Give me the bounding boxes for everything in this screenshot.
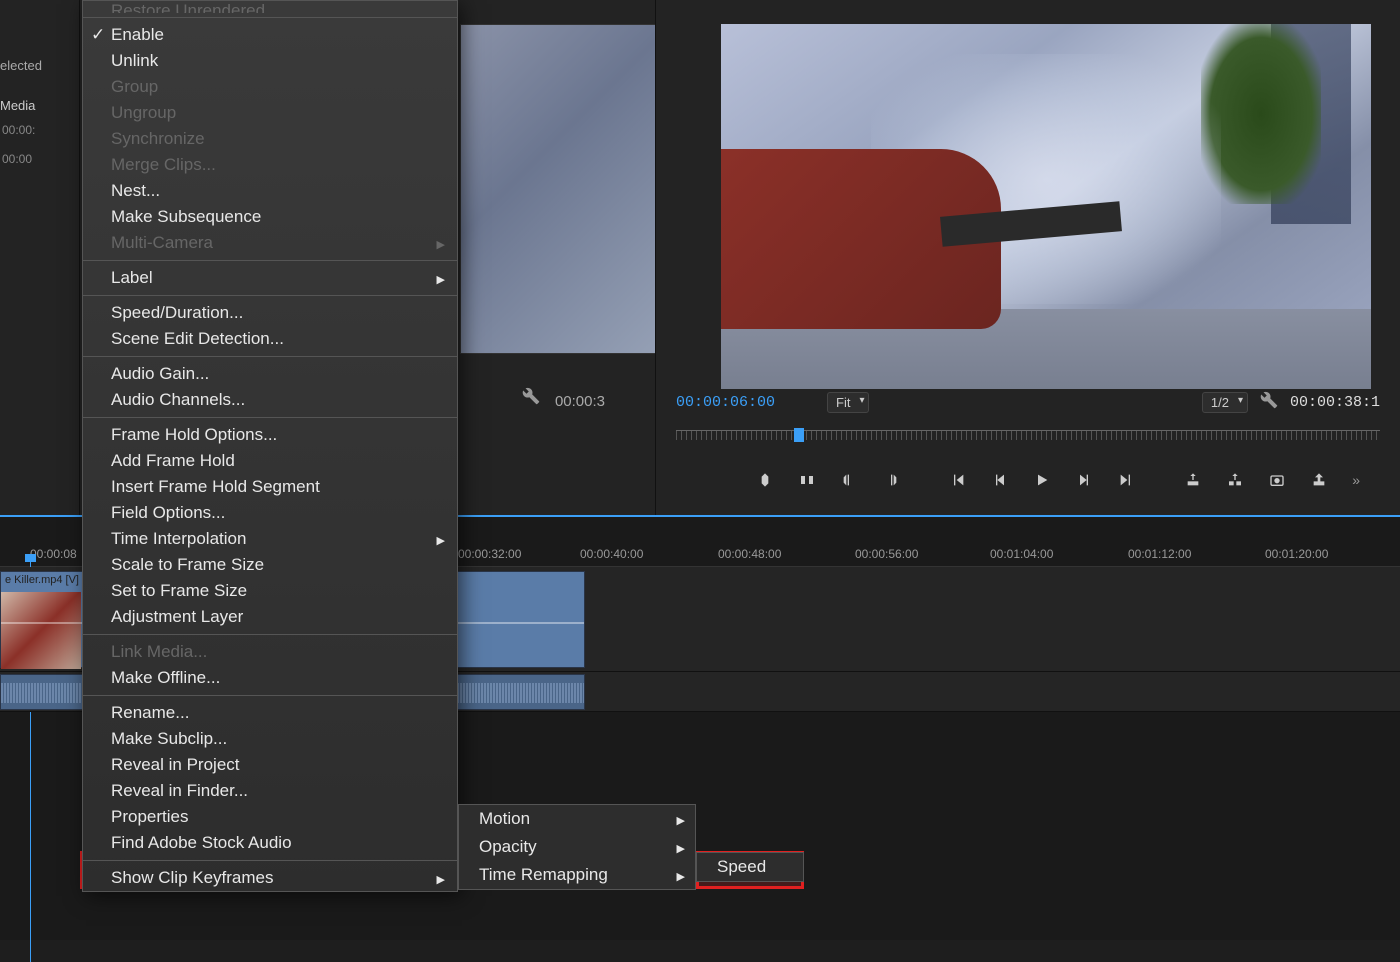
clip-label: e Killer.mp4 [V] (5, 574, 79, 586)
menu-item-nest[interactable]: Nest... (83, 178, 457, 204)
ruler-mark: 00:00:08 (30, 547, 77, 561)
mark-out-icon[interactable] (882, 471, 900, 489)
menu-separator (83, 17, 457, 18)
mark-in-icon[interactable] (840, 471, 858, 489)
menu-item-properties[interactable]: Properties (83, 804, 457, 830)
extract-icon[interactable] (1226, 471, 1244, 489)
inout-icon[interactable] (798, 471, 816, 489)
ruler-mark: 00:01:04:00 (990, 547, 1053, 561)
step-back-icon[interactable] (991, 471, 1009, 489)
menu-item-speed-duration[interactable]: Speed/Duration... (83, 300, 457, 326)
menu-item-scale-to-frame-size[interactable]: Scale to Frame Size (83, 552, 457, 578)
menu-separator (83, 260, 457, 261)
settings-wrench-icon[interactable] (1260, 391, 1278, 414)
menu-item-reveal-in-finder[interactable]: Reveal in Finder... (83, 778, 457, 804)
menu-item-label[interactable]: Label (83, 265, 457, 291)
marker-icon[interactable] (756, 471, 774, 489)
submenu-item-motion[interactable]: Motion (459, 805, 695, 833)
menu-separator (83, 356, 457, 357)
wrench-icon[interactable] (522, 387, 540, 410)
go-to-in-icon[interactable] (949, 471, 967, 489)
menu-item-frame-hold-options[interactable]: Frame Hold Options... (83, 422, 457, 448)
menu-item-link-media: Link Media... (83, 639, 457, 665)
menu-item-make-subsequence[interactable]: Make Subsequence (83, 204, 457, 230)
source-timecode: 00:00:3 (555, 393, 605, 410)
submenu-item-time-remapping[interactable]: Time Remapping (459, 861, 695, 889)
menu-item-set-to-frame-size[interactable]: Set to Frame Size (83, 578, 457, 604)
clip-thumbnail (1, 592, 81, 669)
selected-label: elected (0, 58, 42, 73)
menu-item-unlink[interactable]: Unlink (83, 48, 457, 74)
menu-item-reveal-in-project[interactable]: Reveal in Project (83, 752, 457, 778)
menu-item-merge-clips: Merge Clips... (83, 152, 457, 178)
menu-item-synchronize: Synchronize (83, 126, 457, 152)
menu-item-ungroup: Ungroup (83, 100, 457, 126)
go-to-out-icon[interactable] (1117, 471, 1135, 489)
share-icon[interactable] (1310, 471, 1328, 489)
clip-context-menu[interactable]: Restore Unrendered EnableUnlinkGroupUngro… (82, 0, 458, 892)
menu-item-make-offline[interactable]: Make Offline... (83, 665, 457, 691)
menu-item-restore-unrendered: Restore Unrendered (83, 1, 457, 13)
ruler-mark: 00:01:12:00 (1128, 547, 1191, 561)
program-monitor-panel: 00:00:06:00 Fit 1/2 00:00:38:1 (655, 0, 1400, 515)
ruler-mark: 00:00:32:00 (458, 547, 521, 561)
menu-item-rename[interactable]: Rename... (83, 700, 457, 726)
program-scrub-bar[interactable] (676, 430, 1380, 450)
step-forward-icon[interactable] (1075, 471, 1093, 489)
program-video-preview[interactable] (721, 24, 1371, 389)
duration-timecode: 00:00:38:1 (1290, 394, 1380, 411)
scrub-playhead[interactable] (794, 428, 804, 442)
menu-item-multi-camera: Multi-Camera (83, 230, 457, 256)
resolution-select[interactable]: 1/2 (1202, 392, 1248, 413)
program-controls-row: 00:00:06:00 Fit 1/2 00:00:38:1 (676, 390, 1380, 415)
submenu-item-speed[interactable]: Speed (697, 853, 803, 881)
menu-item-scene-edit-detection[interactable]: Scene Edit Detection... (83, 326, 457, 352)
menu-separator (83, 295, 457, 296)
play-icon[interactable] (1033, 471, 1051, 489)
left-tc-2: 00:00 (2, 152, 32, 166)
scrub-track[interactable] (676, 430, 1380, 440)
effect-controls-panel: elected Media 00:00: 00:00 (0, 0, 80, 515)
ruler-mark: 00:00:40:00 (580, 547, 643, 561)
ruler-mark: 00:00:48:00 (718, 547, 781, 561)
menu-separator (83, 695, 457, 696)
current-timecode[interactable]: 00:00:06:00 (676, 394, 775, 411)
menu-item-make-subclip[interactable]: Make Subclip... (83, 726, 457, 752)
more-icon[interactable]: » (1352, 472, 1360, 488)
ruler-mark: 00:00:56:00 (855, 547, 918, 561)
menu-item-audio-gain[interactable]: Audio Gain... (83, 361, 457, 387)
menu-separator (83, 860, 457, 861)
menu-item-audio-channels[interactable]: Audio Channels... (83, 387, 457, 413)
transport-controls: » (756, 465, 1360, 495)
ruler-mark: 00:01:20:00 (1265, 547, 1328, 561)
menu-item-adjustment-layer[interactable]: Adjustment Layer (83, 604, 457, 630)
export-frame-icon[interactable] (1268, 471, 1286, 489)
menu-item-group: Group (83, 74, 457, 100)
menu-item-field-options[interactable]: Field Options... (83, 500, 457, 526)
menu-item-add-frame-hold[interactable]: Add Frame Hold (83, 448, 457, 474)
menu-separator (83, 417, 457, 418)
menu-item-insert-frame-hold-segment[interactable]: Insert Frame Hold Segment (83, 474, 457, 500)
menu-item-find-adobe-stock-audio[interactable]: Find Adobe Stock Audio (83, 830, 457, 856)
source-video-preview[interactable] (460, 24, 660, 354)
menu-item-time-interpolation[interactable]: Time Interpolation (83, 526, 457, 552)
menu-separator (83, 634, 457, 635)
left-tc-1: 00:00: (2, 123, 35, 137)
submenu-item-opacity[interactable]: Opacity (459, 833, 695, 861)
show-clip-keyframes-submenu[interactable]: MotionOpacityTime Remapping (458, 804, 696, 890)
media-label: Media (0, 98, 35, 113)
zoom-fit-select[interactable]: Fit (827, 392, 869, 413)
time-remapping-submenu[interactable]: Speed (696, 852, 804, 882)
menu-item-show-clip-keyframes[interactable]: Show Clip Keyframes (83, 865, 457, 891)
menu-item-enable[interactable]: Enable (83, 22, 457, 48)
lift-icon[interactable] (1184, 471, 1202, 489)
